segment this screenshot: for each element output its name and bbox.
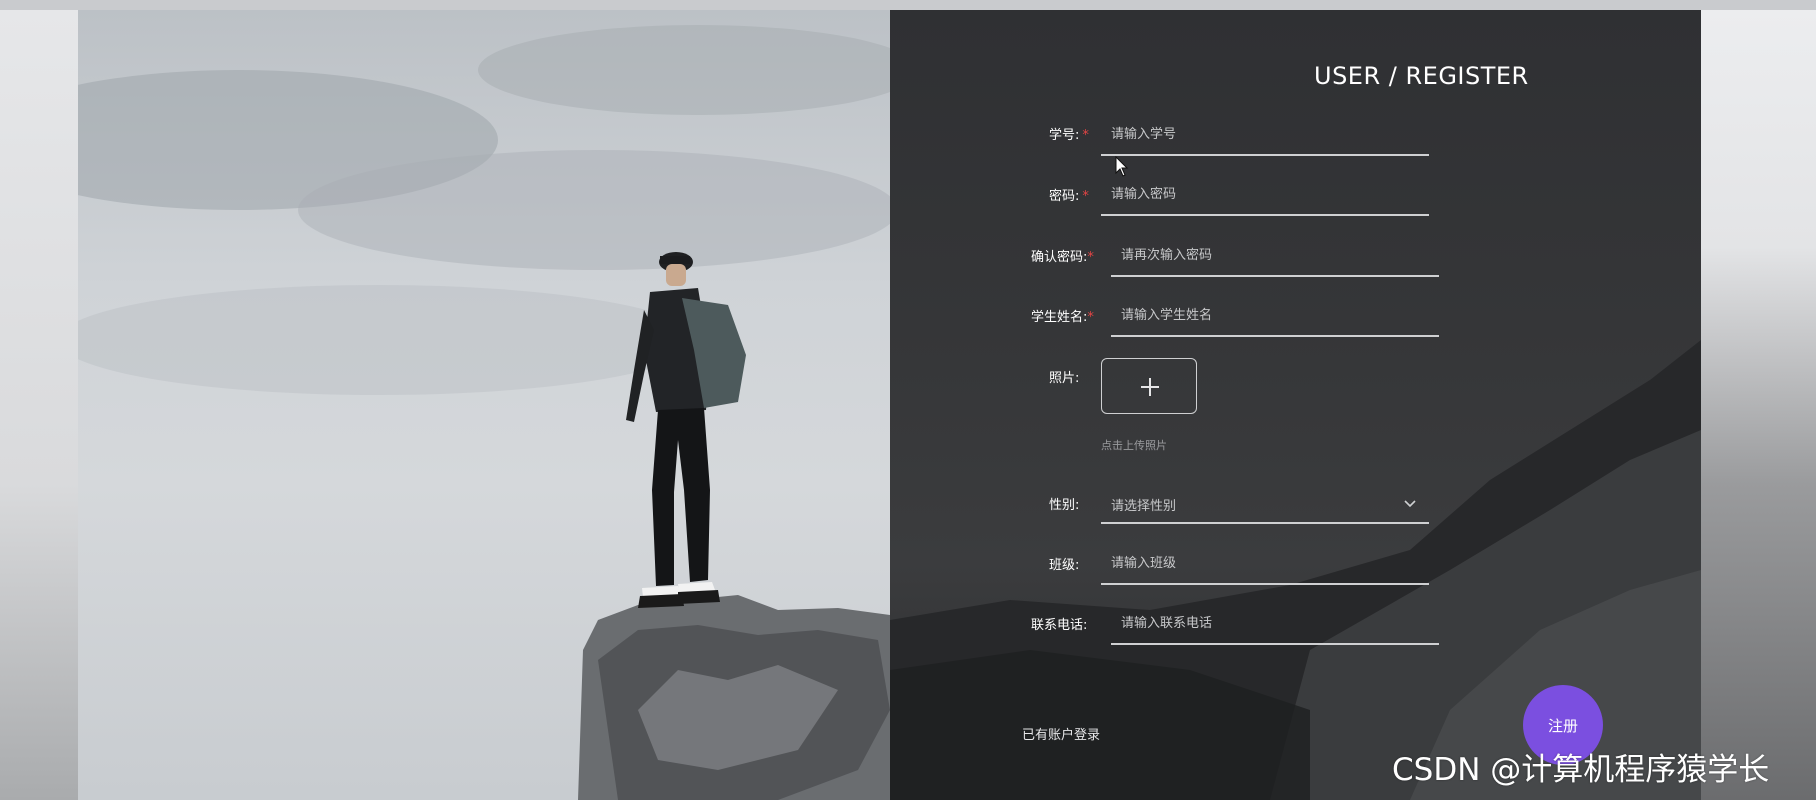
register-panel: USER / REGISTER 学号:* 密码:* 确认密码:* 学生姓名:* … xyxy=(890,10,1701,800)
hiker-illustration xyxy=(78,25,890,800)
required-mark: * xyxy=(1082,189,1089,204)
page-title: USER / REGISTER xyxy=(1314,62,1529,90)
chevron-down-icon xyxy=(1404,500,1416,508)
mouse-pointer-icon xyxy=(1115,156,1129,177)
background-left xyxy=(0,10,78,800)
student-name-field[interactable] xyxy=(1111,297,1439,337)
gender-select-value: 请选择性别 xyxy=(1111,499,1177,514)
photo-upload-button[interactable] xyxy=(1101,358,1197,414)
hero-photo xyxy=(78,10,890,800)
required-mark: * xyxy=(1087,250,1094,265)
password-field[interactable] xyxy=(1101,176,1429,216)
gender-label: 性别: xyxy=(1049,498,1080,513)
student-name-input[interactable] xyxy=(1111,297,1439,333)
student-id-input[interactable] xyxy=(1101,116,1429,152)
student-name-label: 学生姓名:* xyxy=(1031,306,1094,325)
class-label: 班级: xyxy=(1049,558,1080,573)
password-input[interactable] xyxy=(1101,176,1429,212)
photo-label: 照片: xyxy=(1049,371,1080,386)
plus-icon xyxy=(1141,378,1159,396)
student-id-label-text: 学号: xyxy=(1049,128,1080,143)
confirm-password-field[interactable] xyxy=(1111,237,1439,277)
student-id-field[interactable] xyxy=(1101,116,1429,156)
required-mark: * xyxy=(1087,310,1094,325)
student-id-label: 学号: * xyxy=(1049,124,1089,143)
photo-upload-tip: 点击上传照片 xyxy=(1101,439,1167,452)
watermark: CSDN @计算机程序猿学长 xyxy=(1392,752,1770,788)
required-mark: * xyxy=(1082,128,1089,143)
background-right xyxy=(1700,10,1816,800)
gender-select[interactable]: 请选择性别 xyxy=(1101,484,1429,524)
confirm-password-input[interactable] xyxy=(1111,237,1439,273)
top-strip xyxy=(0,0,1816,10)
phone-label: 联系电话: xyxy=(1031,618,1088,633)
password-label: 密码: * xyxy=(1049,185,1089,204)
login-link[interactable]: 已有账户登录 xyxy=(1022,724,1100,743)
password-label-text: 密码: xyxy=(1049,189,1080,204)
confirm-password-label: 确认密码:* xyxy=(1031,246,1094,265)
class-input[interactable] xyxy=(1101,545,1429,581)
phone-input[interactable] xyxy=(1111,605,1439,641)
confirm-password-label-text: 确认密码: xyxy=(1031,250,1088,265)
phone-field[interactable] xyxy=(1111,605,1439,645)
student-name-label-text: 学生姓名: xyxy=(1031,310,1088,325)
class-field[interactable] xyxy=(1101,545,1429,585)
